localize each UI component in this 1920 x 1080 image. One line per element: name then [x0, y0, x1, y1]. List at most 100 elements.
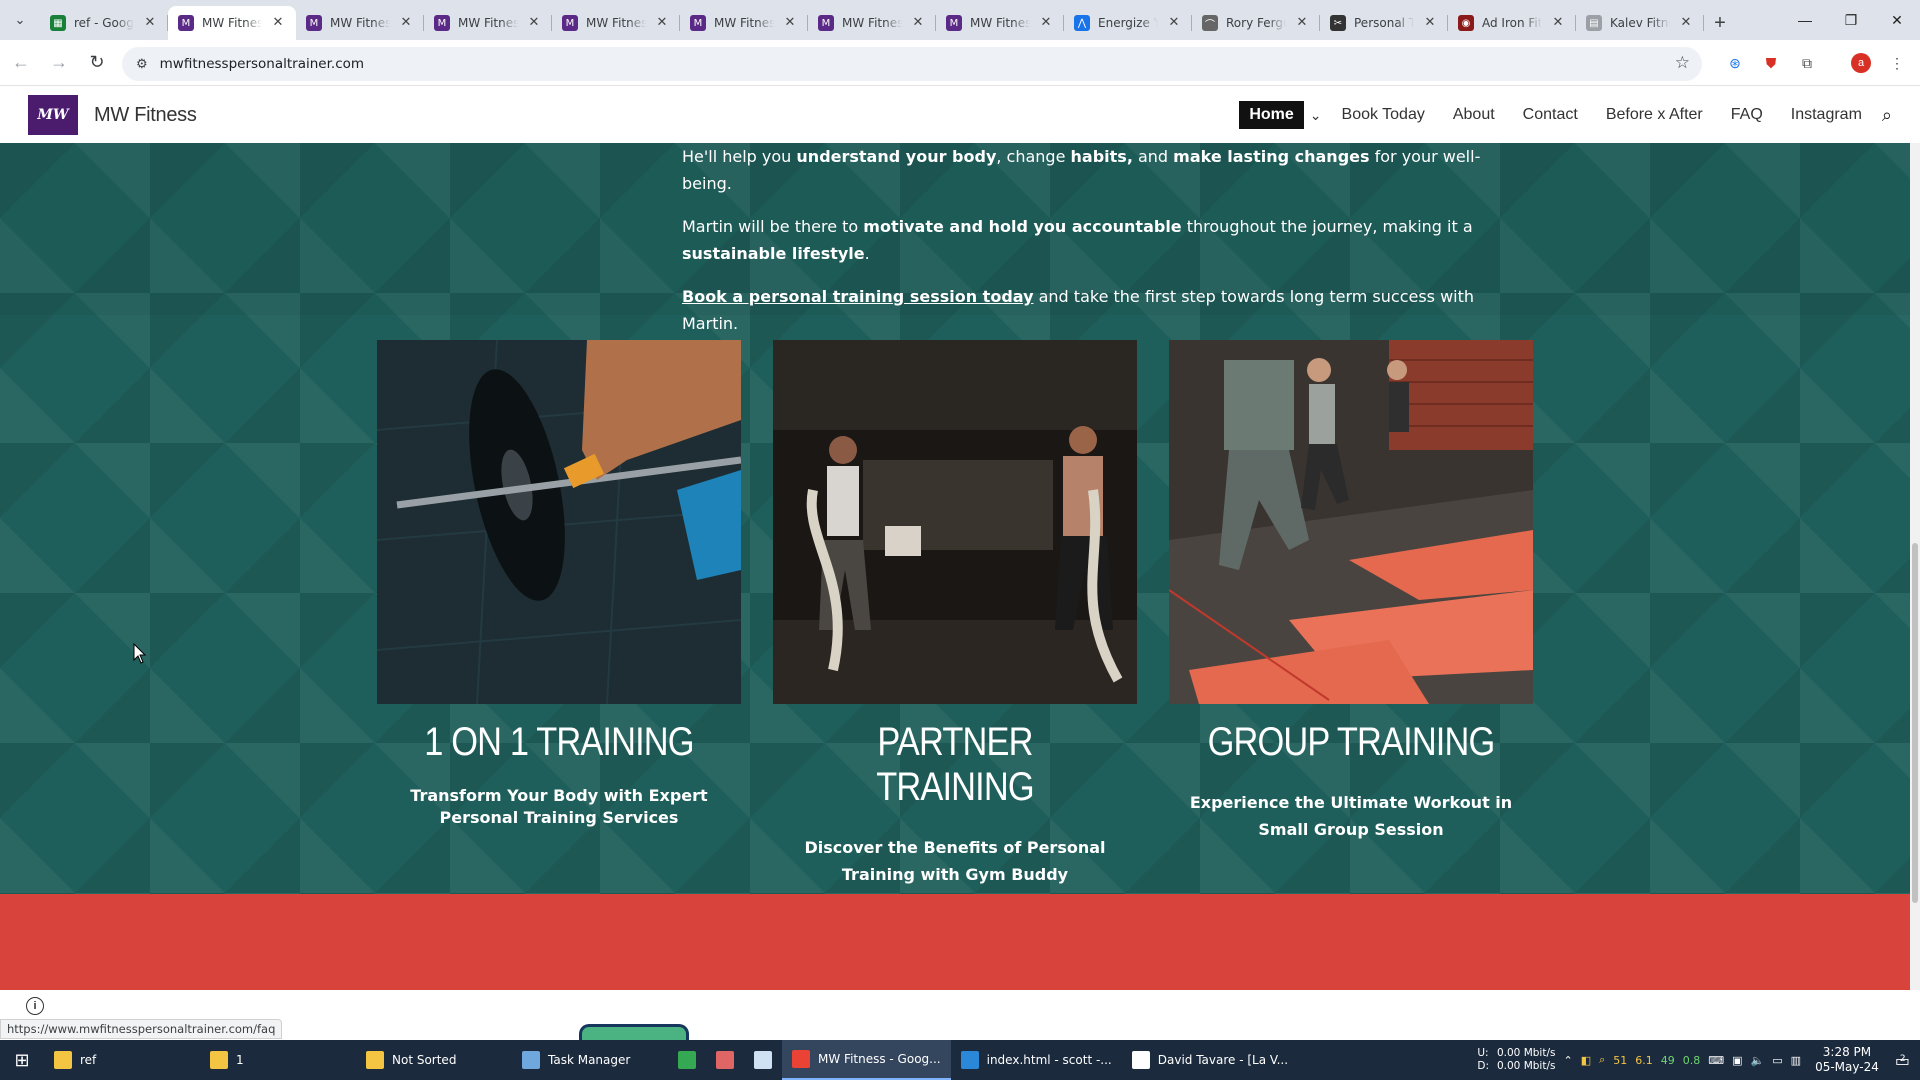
keyboard-icon[interactable]: ⌨	[1708, 1054, 1724, 1067]
tab-close-icon[interactable]: ✕	[782, 15, 798, 31]
browser-tab[interactable]: ▤ Kalev Fitne ✕	[1576, 6, 1704, 40]
book-session-link[interactable]: Book a personal training session today	[682, 287, 1034, 306]
site-info-icon[interactable]: ⚙	[136, 56, 148, 72]
card-group[interactable]: GROUP TRAINING Experience the Ultimate W…	[1169, 340, 1533, 843]
site-logo[interactable]: MW	[28, 95, 78, 135]
chevron-down-icon[interactable]: ⌄	[1310, 107, 1322, 124]
tab-close-icon[interactable]: ✕	[1294, 15, 1310, 31]
browser-tab[interactable]: M MW Fitness ✕	[680, 6, 808, 40]
taskbar-item[interactable]: ref	[44, 1040, 200, 1080]
taskbar-item-label: David Tavare - [La V...	[1157, 1053, 1289, 1067]
speaker-icon[interactable]: 🔈	[1751, 1054, 1765, 1067]
windows-start-icon[interactable]: ⊞	[0, 1040, 44, 1080]
scrollbar-thumb[interactable]	[1912, 543, 1918, 903]
browser-tab[interactable]: ◉ Ad Iron Fit ✕	[1448, 6, 1576, 40]
tab-close-icon[interactable]: ✕	[910, 15, 926, 31]
battery-icon[interactable]: ▭	[1772, 1054, 1782, 1067]
tab-close-icon[interactable]: ✕	[1550, 15, 1566, 31]
taskbar-item[interactable]: MW Fitness - Goog...	[782, 1040, 951, 1080]
barbell-photo	[377, 340, 741, 704]
card-partner[interactable]: PARTNER TRAINING Discover the Benefits o…	[773, 340, 1137, 888]
net-download: 0.00 Mbit/s	[1496, 1060, 1556, 1072]
tray-chevron-icon[interactable]: ⌃	[1563, 1054, 1572, 1067]
notification-icon[interactable]: ▭ 2	[1895, 1051, 1910, 1070]
browser-tab[interactable]: M MW Fitness ✕	[424, 6, 552, 40]
new-tab-button[interactable]: +	[1704, 6, 1736, 40]
browser-tab[interactable]: ▦ ref - Google Sheets ✕	[40, 6, 168, 40]
tab-close-icon[interactable]: ✕	[1038, 15, 1054, 31]
floating-widget-tab[interactable]	[579, 1024, 689, 1040]
minimize-icon[interactable]: —	[1782, 0, 1828, 40]
search-icon[interactable]: ⌕	[1882, 105, 1892, 126]
nav-book-today[interactable]: Book Today	[1328, 106, 1439, 124]
taskbar-item[interactable]: Not Sorted	[356, 1040, 512, 1080]
browser-tab[interactable]: ✂ Personal Tr ✕	[1320, 6, 1448, 40]
taskbar-item[interactable]: 1	[200, 1040, 356, 1080]
extensions-puzzle-icon[interactable]: ⧉	[1794, 50, 1820, 76]
tab-favicon-icon: ✂	[1330, 15, 1346, 31]
tab-close-icon[interactable]: ✕	[270, 15, 286, 31]
taskbar-item[interactable]: Task Manager	[512, 1040, 668, 1080]
taskbar-item[interactable]: index.html - scott -...	[951, 1040, 1122, 1080]
nav-about[interactable]: About	[1439, 106, 1509, 124]
network-icon[interactable]: ▥	[1791, 1054, 1801, 1067]
tray-badge-icon[interactable]: ▣	[1732, 1054, 1742, 1067]
tab-favicon-icon: M	[562, 15, 578, 31]
taskbar-item[interactable]: David Tavare - [La V...	[1122, 1040, 1298, 1080]
nav-before-after[interactable]: Before x After	[1592, 106, 1717, 124]
tab-close-icon[interactable]: ✕	[654, 15, 670, 31]
nav-instagram[interactable]: Instagram	[1777, 106, 1876, 124]
site-title[interactable]: MW Fitness	[94, 104, 197, 127]
taskbar-item[interactable]	[706, 1040, 744, 1080]
card-1on1[interactable]: 1 ON 1 TRAINING Transform Your Body with…	[377, 340, 741, 829]
taskbar-app-icon	[960, 1051, 979, 1069]
tray-app-icon[interactable]: ◧	[1581, 1054, 1591, 1067]
browser-menu-icon[interactable]: ⋮	[1884, 50, 1910, 76]
battle-ropes-photo	[773, 340, 1137, 704]
profile-button[interactable]: a	[1848, 50, 1874, 76]
tab-close-icon[interactable]: ✕	[1678, 15, 1694, 31]
browser-tab[interactable]: M MW Fitness ✕	[552, 6, 680, 40]
restore-icon[interactable]: ❐	[1828, 0, 1874, 40]
shield-extension-icon[interactable]: ⛊	[1758, 50, 1784, 76]
tab-favicon-icon: ▦	[50, 15, 66, 31]
tray-search-icon[interactable]: ⌕	[1599, 1053, 1605, 1067]
tab-favicon-icon: M	[178, 15, 194, 31]
tab-close-icon[interactable]: ✕	[526, 15, 542, 31]
reload-icon[interactable]: ↻	[80, 46, 114, 80]
forward-arrow-icon[interactable]: →	[42, 46, 76, 80]
page-scrollbar[interactable]	[1910, 143, 1920, 990]
tab-close-icon[interactable]: ✕	[1422, 15, 1438, 31]
info-icon[interactable]: i	[26, 997, 44, 1015]
extension-icon[interactable]: ⊛	[1722, 50, 1748, 76]
browser-tab[interactable]: ⋀ Energize Yo ✕	[1064, 6, 1192, 40]
card-subtitle: Experience the Ultimate Workout in Small…	[1189, 793, 1513, 839]
tab-close-icon[interactable]: ✕	[1166, 15, 1182, 31]
tab-close-icon[interactable]: ✕	[398, 15, 414, 31]
tab-close-icon[interactable]: ✕	[142, 15, 158, 31]
url-text[interactable]: mwfitnesspersonaltrainer.com	[160, 56, 364, 72]
browser-tab[interactable]: M MW Fitness ✕	[808, 6, 936, 40]
clock[interactable]: 3:28 PM 05-May-24	[1815, 1045, 1879, 1075]
tab-title: ref - Google Sheets	[74, 16, 134, 30]
bookmark-star-icon[interactable]: ☆	[1675, 53, 1690, 73]
address-bar[interactable]: ⚙ mwfitnesspersonaltrainer.com ☆	[122, 47, 1702, 81]
tab-title: Ad Iron Fit	[1482, 16, 1542, 30]
taskbar-item[interactable]	[744, 1040, 782, 1080]
tab-title: Personal Tr	[1354, 16, 1414, 30]
tab-title: Energize Yo	[1098, 16, 1158, 30]
tab-search-icon[interactable]: ⌄	[0, 0, 40, 40]
nav-contact[interactable]: Contact	[1509, 106, 1592, 124]
net-upload: 0.00 Mbit/s	[1496, 1047, 1556, 1059]
taskbar-item-label: Not Sorted	[392, 1053, 457, 1067]
browser-tab[interactable]: ⌒ Rory Fergu ✕	[1192, 6, 1320, 40]
back-arrow-icon[interactable]: ←	[4, 46, 38, 80]
browser-tab[interactable]: M MW Fitness ✕	[168, 6, 296, 40]
tab-favicon-icon: ▤	[1586, 15, 1602, 31]
close-window-icon[interactable]: ✕	[1874, 0, 1920, 40]
nav-home[interactable]: Home	[1239, 101, 1304, 129]
browser-tab[interactable]: M MW Fitness ✕	[296, 6, 424, 40]
browser-tab[interactable]: M MW Fitness ✕	[936, 6, 1064, 40]
nav-faq[interactable]: FAQ	[1717, 106, 1777, 124]
taskbar-item[interactable]	[668, 1040, 706, 1080]
